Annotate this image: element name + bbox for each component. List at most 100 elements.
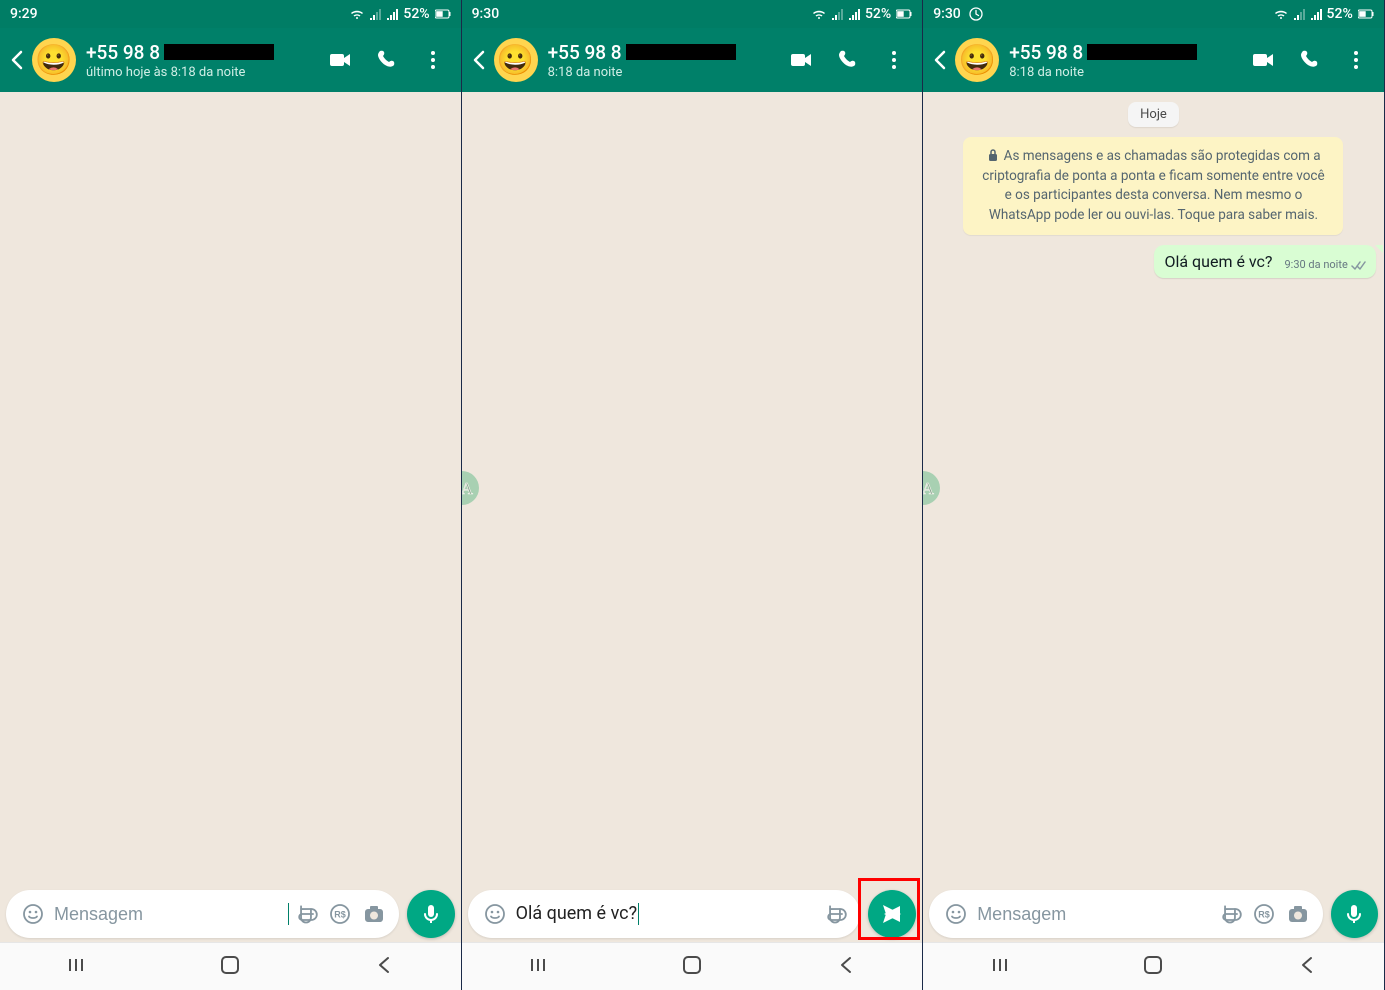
dots-vertical-icon [882, 48, 906, 72]
message-input-field[interactable] [6, 890, 399, 938]
nav-recents-button[interactable] [991, 955, 1009, 979]
battery-percent: 52% [865, 6, 891, 22]
status-time: 9:30 [472, 6, 500, 22]
status-indicators: 52% [812, 6, 912, 22]
payment-button[interactable] [323, 897, 357, 931]
nav-home-button[interactable] [220, 955, 240, 979]
video-icon [328, 48, 354, 72]
back-button[interactable] [4, 48, 34, 72]
message-input-area: Olá quem é vc? [462, 884, 923, 942]
system-nav-bar [462, 942, 923, 990]
redacted-number [164, 44, 274, 60]
video-call-button[interactable] [1242, 38, 1286, 82]
mic-fab[interactable] [1331, 890, 1378, 938]
chat-body[interactable] [0, 92, 461, 884]
message-text: Olá quem é vc? [1164, 252, 1272, 271]
mic-fab[interactable] [407, 890, 455, 938]
emoji-button[interactable] [939, 897, 973, 931]
encryption-notice[interactable]: As mensagens e as chamadas são protegida… [963, 137, 1343, 235]
contact-title-block[interactable]: +55 98 8 8:18 da noite [1009, 41, 1242, 80]
contact-phone: +55 98 8 [1009, 41, 1083, 64]
nav-home-icon [220, 955, 240, 975]
status-bar: 9:29 52% [0, 0, 461, 28]
phone-icon [836, 48, 860, 72]
video-call-button[interactable] [319, 38, 363, 82]
system-nav-bar [923, 942, 1384, 990]
contact-title-block[interactable]: +55 98 8 8:18 da noite [548, 41, 781, 80]
battery-icon [1358, 9, 1374, 19]
video-call-button[interactable] [780, 38, 824, 82]
mic-icon [419, 902, 443, 926]
outgoing-message-bubble[interactable]: Olá quem é vc? 9:30 da noite [1154, 245, 1375, 278]
contact-title-block[interactable]: +55 98 8 último hoje às 8:18 da noite [86, 41, 319, 80]
voice-call-button[interactable] [1288, 38, 1332, 82]
message-text-input[interactable] [973, 904, 1213, 925]
status-bar: 9:30 52% [923, 0, 1384, 28]
contact-last-seen: último hoje às 8:18 da noite [86, 65, 319, 80]
message-input-field[interactable]: Olá quem é vc? [468, 890, 861, 938]
camera-button[interactable] [1281, 897, 1315, 931]
nav-home-button[interactable] [1143, 955, 1163, 979]
contact-phone: +55 98 8 [86, 41, 160, 64]
paperclip-icon [294, 902, 318, 926]
double-tick-icon [1351, 259, 1367, 271]
attach-button[interactable] [1213, 897, 1247, 931]
text-caret [638, 903, 639, 925]
chat-app-bar: 😀 +55 98 8 8:18 da noite [923, 28, 1384, 92]
more-menu-button[interactable] [411, 38, 455, 82]
status-time: 9:29 [10, 6, 38, 22]
nav-back-button[interactable] [375, 955, 393, 979]
currency-icon [1252, 902, 1276, 926]
video-icon [789, 48, 815, 72]
nav-recents-button[interactable] [67, 955, 85, 979]
redacted-number [1087, 44, 1197, 60]
status-bar: 9:30 52% [462, 0, 923, 28]
phone-icon [1298, 48, 1322, 72]
nav-recents-button[interactable] [529, 955, 547, 979]
nav-back-button[interactable] [837, 955, 855, 979]
nav-back-icon [837, 955, 855, 975]
wifi-icon [350, 8, 364, 20]
more-menu-button[interactable] [872, 38, 916, 82]
voice-call-button[interactable] [365, 38, 409, 82]
payment-button[interactable] [1247, 897, 1281, 931]
message-timestamp: 9:30 da noite [1284, 258, 1347, 271]
more-menu-button[interactable] [1334, 38, 1378, 82]
clock-icon [969, 7, 983, 21]
signal-icon-weak [369, 8, 381, 20]
camera-button[interactable] [357, 897, 391, 931]
voice-call-button[interactable] [826, 38, 870, 82]
back-button[interactable] [466, 48, 496, 72]
message-text-input-value[interactable]: Olá quem é vc? [516, 903, 638, 924]
video-icon [1251, 48, 1277, 72]
signal-icon-weak [831, 8, 843, 20]
emoji-icon [944, 902, 968, 926]
contact-avatar[interactable]: 😀 [494, 38, 538, 82]
message-input-field[interactable] [929, 890, 1323, 938]
emoji-button[interactable] [478, 897, 512, 931]
message-input-area [923, 884, 1384, 942]
nav-home-icon [682, 955, 702, 975]
attach-button[interactable] [818, 897, 852, 931]
battery-icon [896, 9, 912, 19]
emoji-button[interactable] [16, 897, 50, 931]
message-text-input[interactable] [50, 904, 290, 925]
phone-screen-1: 9:29 52% 😀 +55 98 8 último hoje às 8:18 … [0, 0, 462, 990]
outgoing-message-row: Olá quem é vc? 9:30 da noite [1154, 245, 1375, 278]
lock-icon [986, 148, 1000, 162]
chat-app-bar: 😀 +55 98 8 8:18 da noite [462, 28, 923, 92]
dots-vertical-icon [421, 48, 445, 72]
wifi-icon [812, 8, 826, 20]
chat-body[interactable]: SA Hoje As mensagens e as chamadas são p… [923, 92, 1384, 884]
send-fab[interactable] [868, 890, 916, 938]
chat-body[interactable]: SA [462, 92, 923, 884]
nav-back-button[interactable] [1298, 955, 1316, 979]
emoji-icon [483, 902, 507, 926]
contact-avatar[interactable]: 😀 [32, 38, 76, 82]
attach-button[interactable] [289, 897, 323, 931]
phone-icon [375, 48, 399, 72]
nav-recents-icon [991, 955, 1009, 975]
nav-home-button[interactable] [682, 955, 702, 979]
back-button[interactable] [927, 48, 957, 72]
contact-avatar[interactable]: 😀 [955, 38, 999, 82]
